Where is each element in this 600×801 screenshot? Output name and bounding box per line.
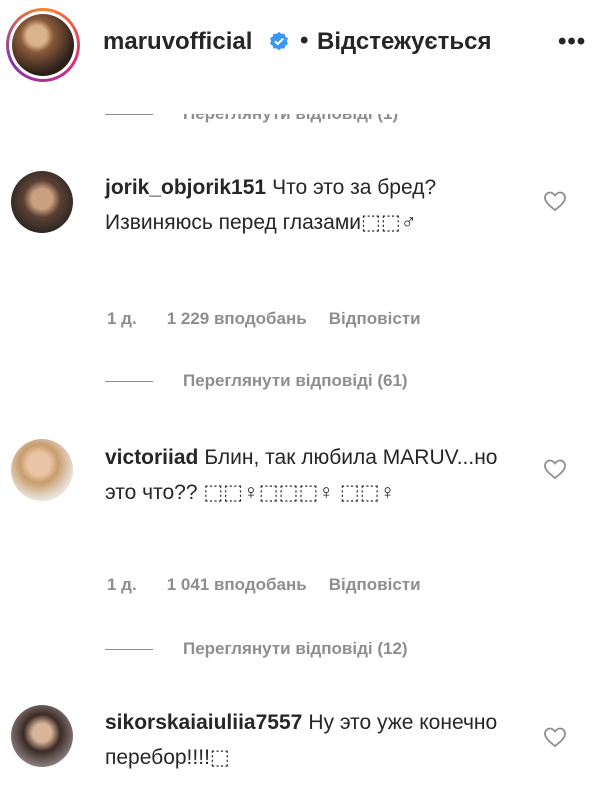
comment-username[interactable]: jorik_objorik151 [105,176,266,199]
reply-button[interactable]: Відповісти [329,309,421,331]
heart-icon[interactable] [543,190,567,212]
view-replies-row[interactable]: Переглянути відповіді (61) [105,371,408,391]
verified-badge-icon [270,31,288,51]
more-options-icon[interactable]: ••• [558,28,586,56]
replies-divider-line [105,114,153,115]
replies-divider-line [105,648,153,650]
comment-meta: 1 д. 1 229 вподобань Відповісти [107,309,443,331]
comment-text: jorik_objorik151 Что это за бред? Извиняю… [105,170,505,240]
comment-likes[interactable]: 1 041 вподобань [167,575,307,597]
post-header: maruvofficial • Відстежується ••• [0,0,600,82]
comment-time[interactable]: 1 д. [107,309,137,331]
profile-avatar-ring[interactable] [6,8,80,82]
comment-text: victoriiad Блин, так любила MARUV...но эт… [105,440,505,510]
avatar[interactable] [11,171,73,233]
comment-username[interactable]: victoriiad [105,446,198,469]
avatar[interactable] [12,14,74,76]
view-replies-row[interactable]: Переглянути відповіді (1) [105,114,398,124]
profile-username[interactable]: maruvofficial [103,28,252,56]
heart-icon[interactable] [543,458,567,480]
avatar[interactable] [11,705,73,767]
comment-meta: 1 д. 1 041 вподобань Відповісти [107,575,443,597]
comment-username[interactable]: sikorskaiaiuliia7557 [105,711,302,734]
view-replies-link[interactable]: Переглянути відповіді (61) [183,371,408,391]
reply-button[interactable]: Відповісти [329,575,421,597]
comment-time[interactable]: 1 д. [107,575,137,597]
comment-text: sikorskaiaiuliia7557 Ну это уже конечно п… [105,705,505,775]
comment-likes[interactable]: 1 229 вподобань [167,309,307,331]
view-replies-link[interactable]: Переглянути відповіді (12) [183,639,408,659]
view-replies-row[interactable]: Переглянути відповіді (12) [105,639,408,659]
replies-divider-line [105,380,153,382]
heart-icon[interactable] [543,726,567,748]
following-status-button[interactable]: Відстежується [317,28,492,56]
header-separator: • [300,27,309,54]
avatar[interactable] [11,439,73,501]
view-replies-link[interactable]: Переглянути відповіді (1) [183,114,398,124]
